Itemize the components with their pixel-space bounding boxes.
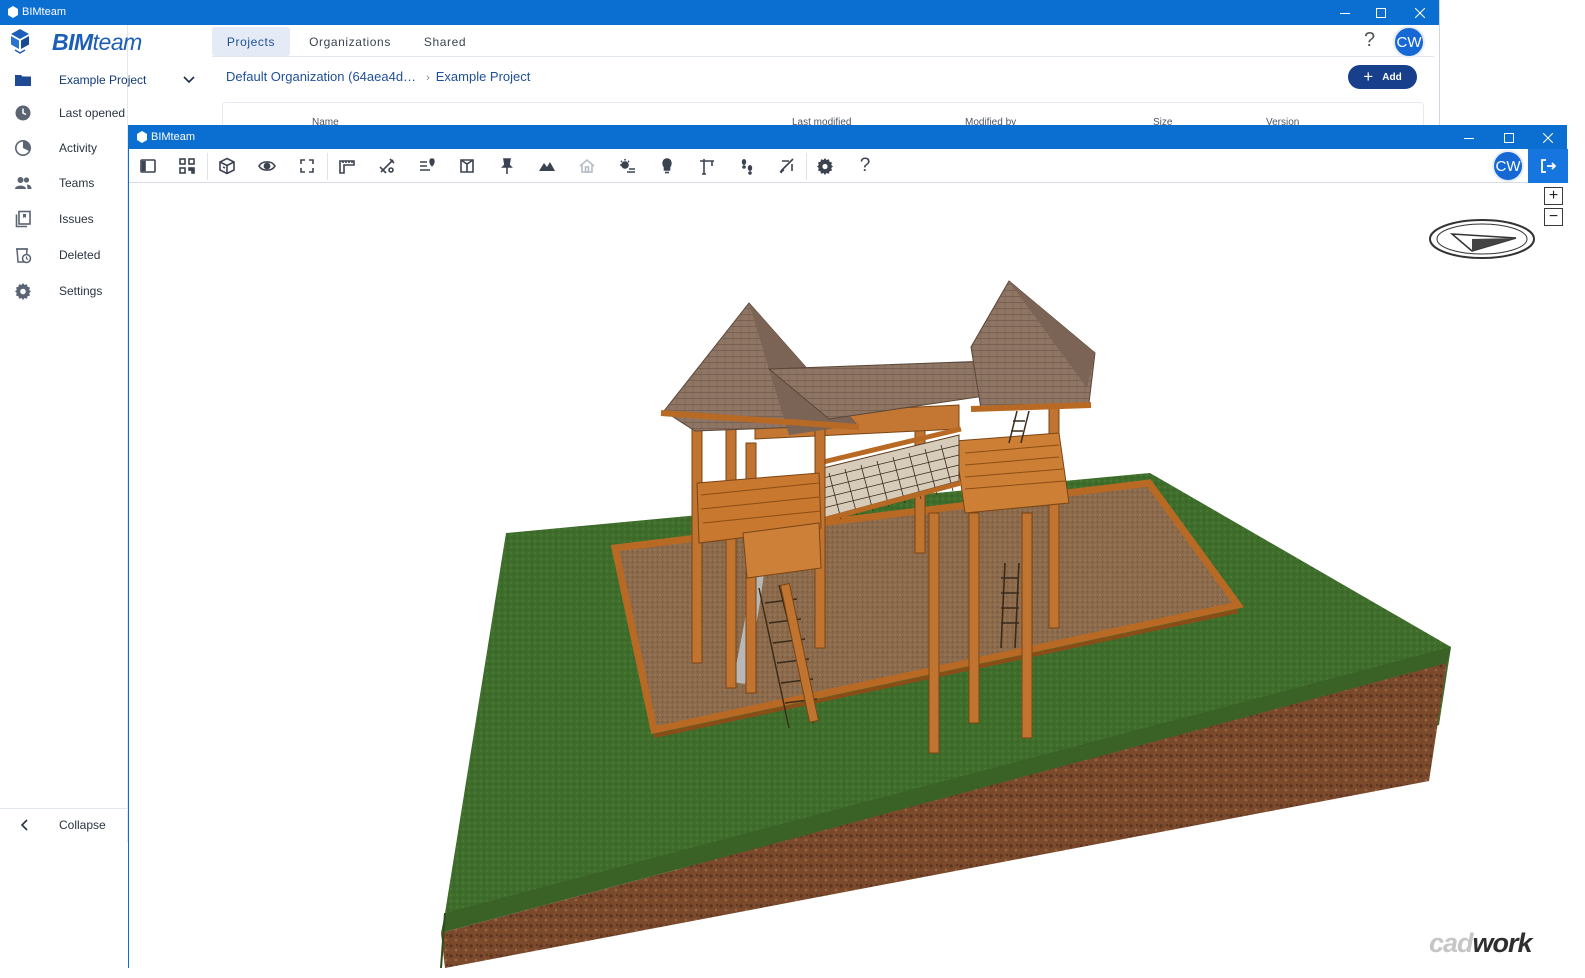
measure-icon[interactable] (335, 154, 359, 178)
folder-icon (15, 75, 31, 86)
sidebar-item-settings[interactable]: Settings (0, 274, 128, 308)
help-button[interactable]: ? (1364, 29, 1375, 52)
breadcrumb: Default Organization (64aea4d… › Example P… (226, 69, 530, 84)
add-button[interactable]: + Add (1348, 65, 1417, 89)
gear-icon (15, 283, 31, 300)
collapse-button[interactable]: Collapse (0, 808, 128, 842)
avatar[interactable]: CW (1393, 26, 1425, 58)
add-label: Add (1382, 71, 1402, 83)
toolbar-separator (327, 153, 328, 180)
cube-view-icon[interactable] (215, 154, 239, 178)
zoom-in-button[interactable]: + (1544, 187, 1563, 205)
minimize-button[interactable] (1325, 0, 1365, 25)
watermark-cad: cad (1429, 928, 1474, 958)
sidebar-item-teams[interactable]: Teams (0, 166, 128, 200)
toolbar-separator (806, 153, 807, 180)
crane-icon[interactable] (695, 154, 719, 178)
teams-icon (15, 177, 32, 189)
bimteam-logo-icon (11, 29, 29, 54)
sidebar-item-issues[interactable]: Issues (0, 202, 128, 236)
walk-icon[interactable] (735, 154, 759, 178)
tab-organizations[interactable]: Organizations (300, 27, 400, 56)
chevron-down-icon[interactable] (183, 75, 195, 85)
sidebar-item-deleted[interactable]: Deleted (0, 238, 128, 272)
close-button[interactable] (1528, 125, 1568, 150)
logout-icon (1541, 159, 1557, 173)
collapse-label: Collapse (59, 818, 106, 832)
fullscreen-icon[interactable] (295, 154, 319, 178)
toolbar-separator (207, 153, 208, 180)
minimize-button[interactable] (1449, 125, 1489, 150)
zoom-out-button[interactable]: − (1544, 208, 1563, 226)
building-icon[interactable] (575, 154, 599, 178)
viewer-avatar[interactable]: CW (1492, 150, 1524, 182)
pin-icon[interactable] (495, 154, 519, 178)
fly-icon[interactable] (775, 154, 799, 178)
brand-part-bim: BIM (52, 29, 93, 55)
sidebar-item-label: Last opened (59, 106, 126, 120)
eye-icon[interactable] (255, 154, 279, 178)
tab-shared[interactable]: Shared (412, 27, 478, 56)
sidebar: BIMteam Example Project Last opened Acti… (0, 25, 195, 842)
sidebar-item-activity[interactable]: Activity (0, 131, 128, 165)
deleted-icon (16, 248, 32, 264)
qr-code-icon[interactable] (175, 154, 199, 178)
panel-toggle-icon[interactable] (136, 154, 160, 178)
window-title: BIMteam (22, 6, 67, 18)
maximize-button[interactable] (1361, 0, 1401, 25)
sidebar-item-label: Teams (59, 176, 95, 190)
sidebar-item-label: Issues (59, 212, 94, 226)
terrain-icon[interactable] (535, 154, 559, 178)
clock-icon (15, 105, 31, 121)
chevron-right-icon: › (426, 72, 430, 84)
viewer-titlebar: BIMteam (129, 125, 1567, 149)
breadcrumb-org[interactable]: Default Organization (64aea4d… (226, 69, 416, 84)
settings-gear-icon[interactable] (813, 154, 837, 178)
sidebar-item-last-opened[interactable]: Last opened (0, 96, 128, 130)
3d-viewport[interactable]: + − cadwork (129, 183, 1568, 968)
viewer-title: BIMteam (151, 131, 196, 143)
brand-wordmark: BIMteam (52, 29, 142, 56)
window-titlebar: BIMteam (0, 0, 1439, 25)
logout-button[interactable] (1528, 149, 1568, 183)
project-name: Example Project (59, 73, 147, 87)
project-selector[interactable]: Example Project (0, 63, 195, 97)
viewer-toolbar: ? CW (129, 149, 1568, 183)
compass-widget[interactable] (1429, 219, 1535, 259)
light-bulb-icon[interactable] (655, 154, 679, 178)
sun-shadow-icon[interactable] (615, 154, 639, 178)
help-icon[interactable]: ? (853, 154, 877, 178)
3d-model-scene[interactable] (129, 183, 1568, 968)
roof-right (970, 280, 1096, 412)
app-logo-icon (137, 131, 147, 143)
close-button[interactable] (1400, 0, 1440, 25)
sidebar-item-label: Settings (59, 284, 103, 298)
brand-part-team: team (92, 29, 143, 55)
breadcrumb-project[interactable]: Example Project (436, 69, 531, 84)
cadwork-watermark: cadwork (1429, 928, 1533, 959)
chevron-left-icon (20, 819, 28, 831)
watermark-work: work (1472, 928, 1533, 958)
sidebar-item-label: Activity (59, 141, 98, 155)
sidebar-item-label: Deleted (59, 248, 101, 262)
issues-icon (15, 210, 31, 228)
activity-icon (15, 140, 31, 156)
maximize-button[interactable] (1489, 125, 1529, 150)
plus-icon: + (1363, 66, 1374, 86)
location-list-icon[interactable] (415, 154, 439, 178)
app-logo-icon (8, 6, 18, 18)
top-nav: Projects Organizations Shared (212, 25, 1434, 57)
tab-projects[interactable]: Projects (212, 27, 290, 56)
bimteam-viewer-window: BIMteam ? CW + − cadwork (128, 125, 1568, 968)
markup-tools-icon[interactable] (375, 154, 399, 178)
section-box-icon[interactable] (455, 154, 479, 178)
